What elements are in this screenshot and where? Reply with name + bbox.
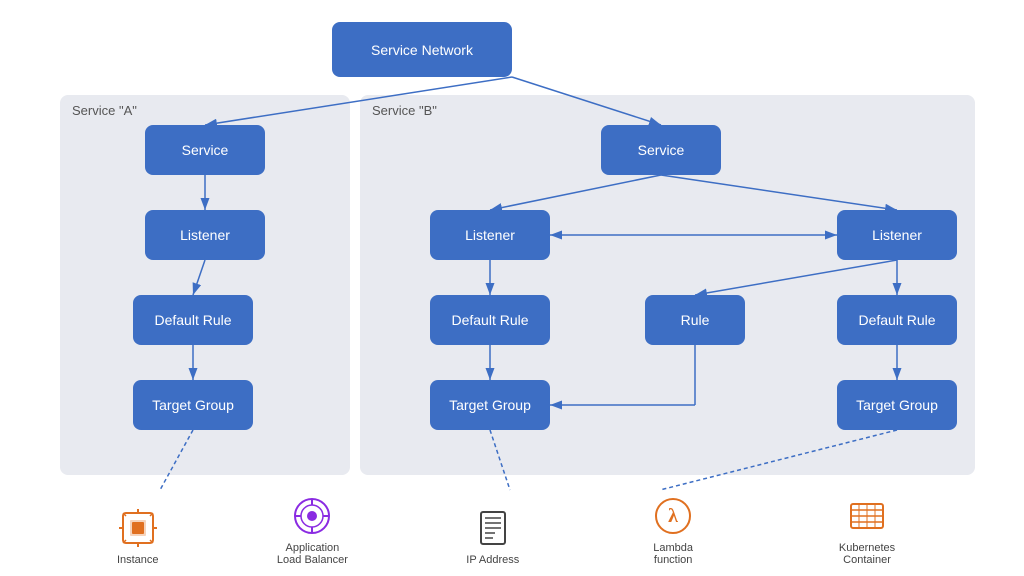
listener-b2-box: Listener	[837, 210, 957, 260]
diagram-container: Service "A" Service "B" Service Network …	[0, 0, 1024, 576]
k8s-icon-item: Kubernetes Container	[827, 496, 907, 566]
lambda-icon: λ	[653, 496, 693, 536]
ip-label: IP Address	[466, 554, 519, 566]
instance-label: Instance	[117, 554, 159, 566]
rule-b-box: Rule	[645, 295, 745, 345]
alb-icon	[292, 496, 332, 536]
service-network-box: Service Network	[332, 22, 512, 77]
target-group-b2-box: Target Group	[837, 380, 957, 430]
target-group-b1-box: Target Group	[430, 380, 550, 430]
default-rule-b1-box: Default Rule	[430, 295, 550, 345]
lambda-label: Lambda function	[633, 542, 713, 566]
instance-icon-item: Instance	[117, 508, 159, 566]
ip-icon	[473, 508, 513, 548]
instance-icon	[118, 508, 158, 548]
alb-label: Application Load Balancer	[272, 542, 352, 566]
alb-icon-item: Application Load Balancer	[272, 496, 352, 566]
lambda-icon-item: λ Lambda function	[633, 496, 713, 566]
ip-icon-item: IP Address	[466, 508, 519, 566]
target-group-a-box: Target Group	[133, 380, 253, 430]
panel-b-label: Service "B"	[372, 103, 437, 118]
k8s-label: Kubernetes Container	[827, 542, 907, 566]
k8s-icon	[847, 496, 887, 536]
panel-a-label: Service "A"	[72, 103, 137, 118]
service-b-box: Service	[601, 125, 721, 175]
icons-row: Instance Application Load Balancer	[60, 496, 964, 566]
default-rule-b2-box: Default Rule	[837, 295, 957, 345]
svg-text:λ: λ	[668, 505, 678, 527]
default-rule-a-box: Default Rule	[133, 295, 253, 345]
service-a-box: Service	[145, 125, 265, 175]
listener-a-box: Listener	[145, 210, 265, 260]
listener-b1-box: Listener	[430, 210, 550, 260]
